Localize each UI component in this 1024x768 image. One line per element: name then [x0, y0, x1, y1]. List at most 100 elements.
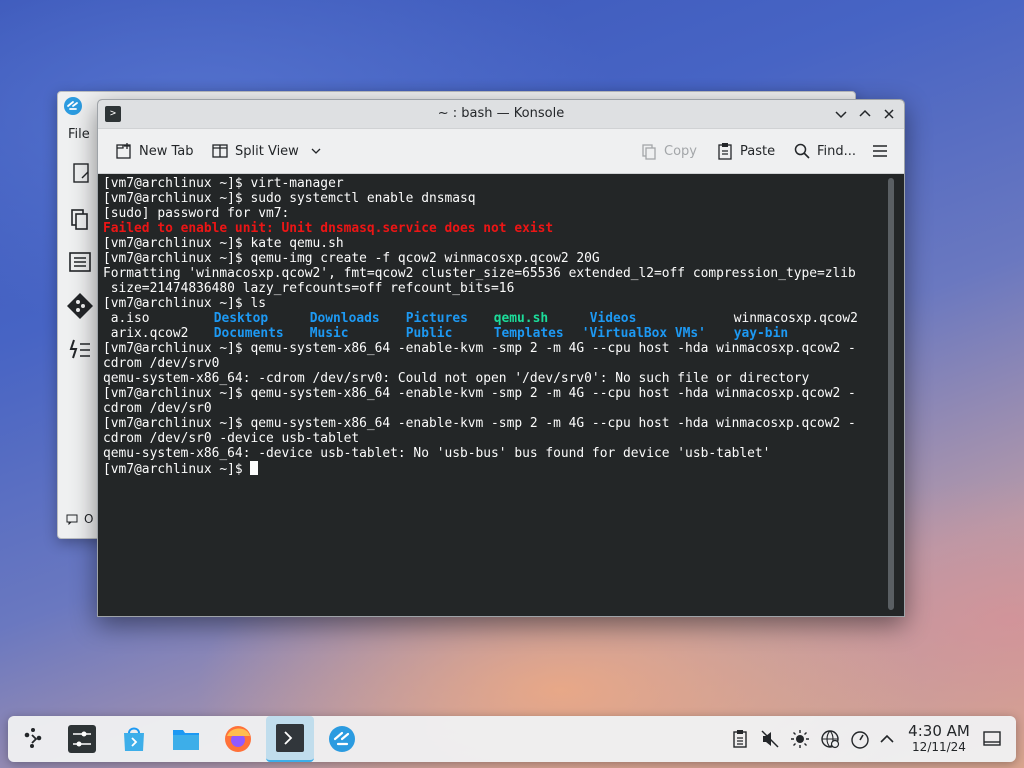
terminal-line: cdrom /dev/sr0 — [103, 401, 212, 416]
taskbar: 4:30 AM 12/11/24 — [8, 716, 1016, 762]
konsole-titlebar[interactable]: > ~ : bash — Konsole — [98, 100, 904, 129]
terminal-line: [vm7@archlinux ~]$ qemu-system-x86_64 -e… — [103, 416, 856, 431]
list-icon[interactable] — [66, 248, 94, 276]
terminal-line: [vm7@archlinux ~]$ qemu-system-x86_64 -e… — [103, 341, 856, 356]
terminal-line: [vm7@archlinux ~]$ ls — [103, 296, 266, 311]
file-menu[interactable]: File — [68, 127, 90, 142]
terminal-line: [vm7@archlinux ~]$ virt-manager — [103, 176, 344, 191]
search-icon — [794, 143, 810, 159]
terminal-line: size=21474836480 lazy_refcounts=off refc… — [103, 281, 515, 296]
konsole-task[interactable] — [266, 716, 314, 762]
file-manager-task[interactable] — [166, 720, 206, 758]
virt-manager-icon — [329, 726, 355, 752]
volume-muted-icon[interactable] — [760, 729, 780, 749]
chevron-up-icon — [880, 734, 894, 743]
show-desktop-button[interactable] — [982, 729, 1002, 749]
split-view-label: Split View — [235, 143, 299, 159]
clipboard-tray-icon[interactable] — [730, 729, 750, 749]
konsole-toolbar: New Tab Split View Copy Paste Find... — [98, 129, 904, 174]
virt-manager-app-icon — [64, 97, 82, 115]
power-profile-icon[interactable] — [850, 729, 870, 749]
new-tab-label: New Tab — [139, 143, 194, 159]
paste-label: Paste — [740, 143, 776, 159]
copy-button[interactable]: Copy — [640, 129, 697, 173]
ls-file: arix.qcow2 — [110, 326, 189, 341]
new-tab-icon — [116, 143, 131, 159]
status-bar: O — [66, 512, 93, 526]
ls-directory: Downloads — [309, 311, 380, 326]
window-title: ~ : bash — Konsole — [437, 106, 565, 121]
discover-task[interactable] — [114, 720, 154, 758]
git-icon[interactable] — [66, 292, 94, 320]
show-desktop-icon — [983, 731, 1001, 746]
ls-directory: Desktop — [213, 311, 269, 326]
terminal-line: [vm7@archlinux ~]$ sudo systemctl enable… — [103, 191, 476, 206]
folder-icon — [173, 730, 199, 750]
hamburger-menu-icon — [873, 145, 887, 157]
launcher-icon — [24, 728, 42, 748]
terminal-line: [vm7@archlinux ~]$ qemu-img create -f qc… — [103, 251, 600, 266]
ls-directory: yay-bin — [733, 326, 789, 341]
terminal-line: qemu-system-x86_64: -device usb-tablet: … — [103, 446, 771, 461]
terminal-line: [sudo] password for vm7: — [103, 206, 290, 221]
firefox-icon — [225, 726, 251, 752]
konsole-window[interactable]: > ~ : bash — Konsole New Tab Split View … — [97, 99, 905, 617]
chevron-down-icon — [311, 148, 321, 154]
terminal-line: Formatting 'winmacosxp.qcow2', fmt=qcow2… — [103, 266, 856, 281]
paste-icon — [718, 143, 732, 160]
terminal-output[interactable]: [vm7@archlinux ~]$ virt-manager [vm7@arc… — [98, 174, 886, 616]
new-tab-button[interactable]: New Tab — [115, 129, 194, 173]
copy-label: Copy — [664, 143, 697, 159]
new-vm-icon[interactable] — [66, 160, 94, 188]
split-view-button[interactable]: Split View — [211, 129, 323, 173]
copy-icon — [642, 144, 656, 160]
text-cursor — [250, 461, 259, 475]
digital-clock[interactable]: 4:30 AM 12/11/24 — [904, 722, 974, 754]
maximize-button[interactable] — [855, 104, 875, 124]
ls-directory: Pictures — [405, 311, 468, 326]
message-icon — [66, 514, 78, 525]
tools-icon[interactable] — [66, 336, 94, 364]
network-icon[interactable] — [820, 729, 840, 749]
ls-file: winmacosxp.qcow2 — [733, 311, 858, 326]
terminal-line: qemu-system-x86_64: -cdrom /dev/srv0: Co… — [103, 371, 810, 386]
ls-file: a.iso — [110, 311, 150, 326]
close-icon — [884, 109, 894, 119]
show-hidden-icons-button[interactable] — [877, 729, 897, 749]
terminal-prompt: [vm7@archlinux ~]$ — [103, 462, 251, 477]
brightness-icon[interactable] — [790, 729, 810, 749]
copy-icon[interactable] — [66, 204, 94, 232]
find-label: Find... — [817, 143, 857, 159]
terminal-scrollbar[interactable] — [888, 178, 894, 610]
ls-directory: Public — [405, 326, 453, 341]
clock-date: 12/11/24 — [912, 740, 966, 754]
chevron-down-icon — [835, 111, 847, 119]
virt-manager-task[interactable] — [322, 720, 362, 758]
status-text: O — [84, 512, 94, 526]
terminal-icon — [276, 724, 304, 752]
chevron-up-icon — [859, 109, 871, 117]
terminal-line: [vm7@archlinux ~]$ kate qemu.sh — [103, 236, 344, 251]
firefox-task[interactable] — [218, 720, 258, 758]
terminal-line: [vm7@archlinux ~]$ qemu-system-x86_64 -e… — [103, 386, 856, 401]
split-view-icon — [212, 144, 228, 158]
ls-executable: qemu.sh — [493, 311, 549, 326]
terminal-line: cdrom /dev/srv0 — [103, 356, 220, 371]
ls-directory: Videos — [589, 311, 637, 326]
terminal-error-line: Failed to enable unit: Unit dnsmasq.serv… — [103, 221, 554, 236]
ls-directory: 'VirtualBox VMs' — [581, 326, 706, 341]
minimize-button[interactable] — [831, 104, 851, 124]
ls-directory: Music — [309, 326, 349, 341]
clock-time: 4:30 AM — [908, 722, 970, 740]
application-launcher[interactable] — [14, 720, 54, 758]
paste-button[interactable]: Paste — [716, 129, 775, 173]
hamburger-menu-button[interactable] — [871, 129, 889, 173]
ls-directory: Documents — [213, 326, 284, 341]
find-button[interactable]: Find... — [793, 129, 856, 173]
close-button[interactable] — [879, 104, 899, 124]
system-settings-task[interactable] — [62, 720, 102, 758]
shopping-bag-icon — [124, 727, 144, 751]
ls-directory: Templates — [493, 326, 564, 341]
settings-sliders-icon — [68, 725, 96, 753]
terminal-line: cdrom /dev/sr0 -device usb-tablet — [103, 431, 360, 446]
